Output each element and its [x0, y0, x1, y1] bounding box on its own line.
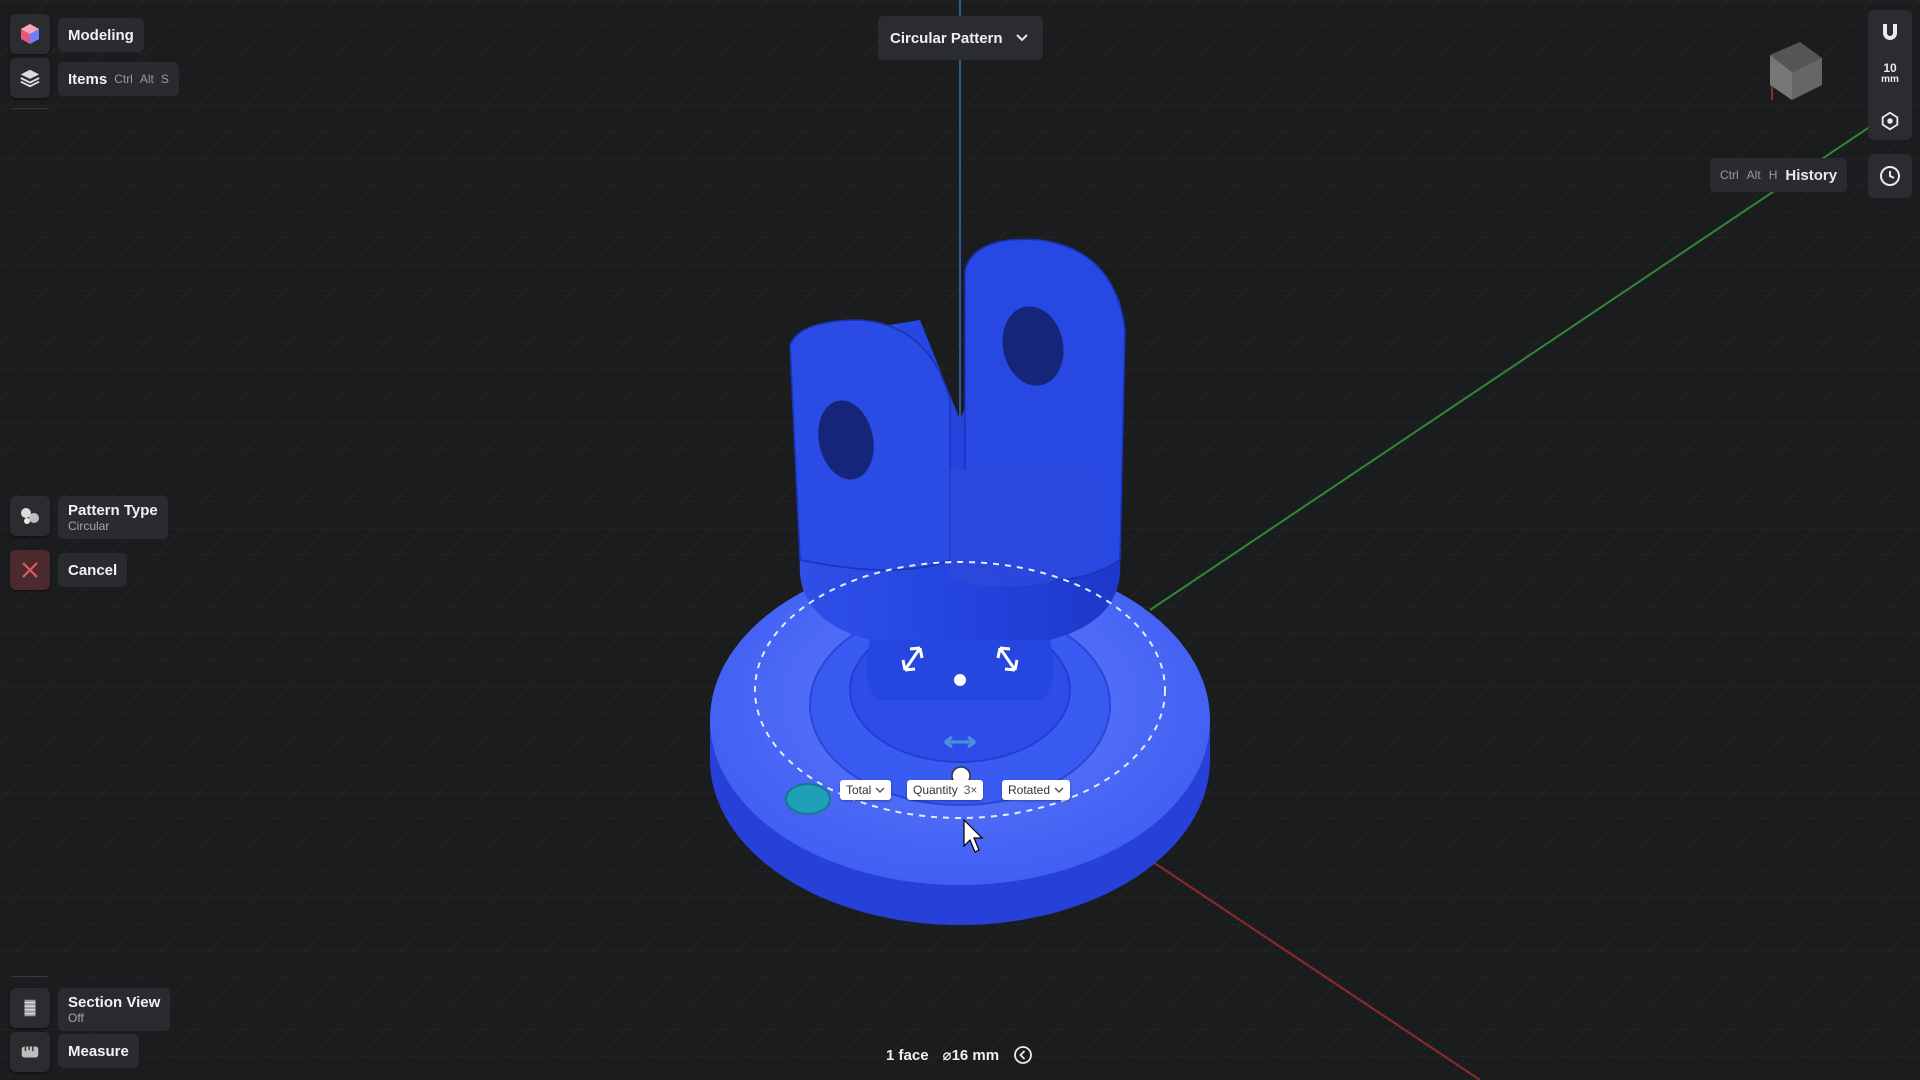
- measure-icon: [21, 1046, 39, 1058]
- selection-count: 1 face: [886, 1046, 929, 1064]
- shortcut-key-ctrl: Ctrl: [114, 72, 133, 86]
- total-label: Total: [846, 783, 872, 797]
- quantity-field[interactable]: Quantity 3×: [907, 780, 984, 800]
- shortcut-key-ctrl: Ctrl: [1720, 168, 1739, 182]
- layers-icon: [20, 69, 40, 88]
- pattern-type-box[interactable]: Pattern Type Circular: [58, 496, 168, 539]
- command-dropdown[interactable]: Circular Pattern: [878, 16, 1043, 60]
- app-logo-icon[interactable]: [10, 14, 50, 54]
- divider: [12, 976, 48, 977]
- pattern-type-title: Pattern Type: [68, 502, 158, 519]
- rotated-label: Rotated: [1008, 783, 1051, 797]
- modeling-label[interactable]: Modeling: [58, 18, 144, 52]
- shortcut-key-h: H: [1768, 168, 1778, 182]
- close-icon: [22, 562, 38, 578]
- scale-readout[interactable]: 10 mm: [1868, 62, 1912, 86]
- pattern-instance-marker[interactable]: [785, 783, 831, 815]
- measure-label[interactable]: Measure: [58, 1034, 139, 1068]
- pattern-center-handle[interactable]: [952, 672, 968, 688]
- shortcut-key-alt: Alt: [139, 72, 154, 86]
- items-button[interactable]: [10, 58, 50, 98]
- history-clock-icon: [1880, 166, 1900, 186]
- rotated-dropdown[interactable]: Rotated: [1002, 780, 1071, 800]
- section-view-icon: [24, 999, 36, 1017]
- scale-value: 10: [1883, 61, 1897, 75]
- measure-button[interactable]: [10, 1032, 50, 1072]
- scale-unit: mm: [1881, 74, 1899, 85]
- 3d-viewport[interactable]: [0, 0, 1920, 1080]
- history-box[interactable]: Ctrl Alt H History: [1710, 158, 1848, 192]
- section-view-button[interactable]: [10, 988, 50, 1028]
- magnet-icon[interactable]: [1878, 20, 1902, 49]
- chevron-down-icon: [875, 787, 885, 794]
- section-view-title: Section View: [68, 994, 161, 1011]
- quantity-label: Quantity: [913, 783, 958, 797]
- diameter-readout: ⌀16 mm: [942, 1047, 1000, 1064]
- history-label: History: [1785, 166, 1838, 184]
- shortcut-key-alt: Alt: [1746, 168, 1761, 182]
- cancel-label[interactable]: Cancel: [58, 553, 128, 587]
- pattern-type-icon: [21, 508, 39, 524]
- section-view-box[interactable]: Section View Off: [58, 988, 171, 1031]
- cancel-button[interactable]: [10, 550, 50, 590]
- status-bar: 1 face ⌀16 mm: [886, 1044, 1033, 1066]
- back-arrow-icon[interactable]: [1013, 1045, 1033, 1065]
- pattern-type-value: Circular: [68, 519, 110, 533]
- total-dropdown[interactable]: Total: [840, 780, 892, 800]
- chevron-down-icon: [1015, 34, 1028, 42]
- pattern-type-button[interactable]: [10, 496, 50, 536]
- command-dropdown-label: Circular Pattern: [890, 29, 1003, 47]
- history-button[interactable]: [1868, 154, 1912, 198]
- perspective-icon[interactable]: [1879, 110, 1901, 137]
- quantity-value: 3×: [963, 783, 978, 797]
- items-label-box[interactable]: Items Ctrl Alt S: [58, 62, 179, 96]
- chevron-down-icon: [1054, 787, 1064, 794]
- section-view-value: Off: [68, 1011, 84, 1025]
- divider: [12, 108, 48, 109]
- viewport-canvas: [0, 0, 1920, 1080]
- shortcut-key-s: S: [160, 72, 169, 86]
- items-label: Items: [68, 70, 108, 88]
